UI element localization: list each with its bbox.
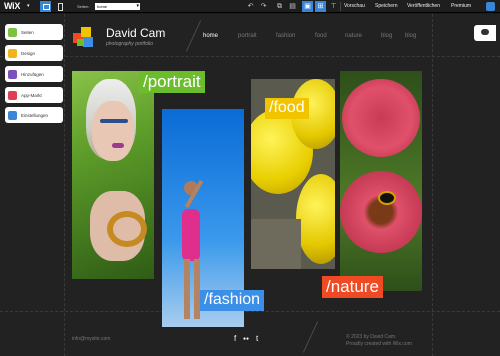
nav-blog[interactable]: blog — [381, 33, 392, 39]
mobile-view-button[interactable] — [54, 1, 65, 12]
design-icon — [8, 48, 17, 58]
site-title[interactable]: David Cam — [106, 26, 165, 40]
nav-blog-2[interactable]: blog — [405, 33, 416, 39]
side-item-label: Seiten — [21, 29, 34, 35]
nav-nature[interactable]: nature — [345, 33, 362, 39]
ruler-icon[interactable]: ⊤ — [328, 1, 339, 12]
footer-copyright: © 2023 by David Cam. Proudly created wit… — [346, 334, 412, 348]
nav-home[interactable]: home — [203, 33, 218, 39]
copyright-line-2[interactable]: Proudly created with Wix.com — [346, 341, 412, 348]
snap-icon[interactable]: ▣ — [302, 1, 313, 12]
gridlines-icon[interactable]: ⊞ — [315, 1, 326, 12]
side-item-label: Design — [21, 50, 36, 56]
pages-label: Seiten: — [77, 4, 90, 9]
grid-line — [0, 311, 500, 312]
pages-icon — [8, 27, 17, 37]
flickr-icon[interactable]: ●● — [243, 336, 249, 342]
face-shape — [92, 101, 134, 161]
add-icon — [8, 69, 17, 79]
premium-button[interactable]: Premium — [451, 3, 471, 9]
nav-fashion[interactable]: fashion — [276, 33, 295, 39]
lemon-3 — [296, 174, 335, 264]
preview-button[interactable]: Vorschau — [344, 3, 365, 9]
side-item-label: Hinzufügen — [21, 71, 44, 77]
food-label[interactable]: /food — [265, 98, 309, 119]
nav-food[interactable]: food — [315, 33, 327, 39]
app-market-icon — [8, 90, 17, 100]
necklace — [107, 211, 147, 247]
flower-2 — [340, 171, 422, 253]
side-item-pages[interactable]: Seiten — [5, 24, 63, 40]
redo-icon[interactable]: ↷ — [258, 1, 269, 12]
bee — [378, 191, 396, 205]
eye-makeup — [100, 119, 128, 123]
leg-left — [184, 259, 190, 319]
chevron-down-icon[interactable]: ▾ — [27, 3, 30, 9]
facebook-icon[interactable]: f — [234, 334, 236, 343]
publish-button[interactable]: Veröffentlichen — [407, 3, 440, 9]
site-subtitle: photography portfolio — [106, 41, 153, 47]
lips — [112, 143, 124, 148]
grid-line — [0, 56, 500, 57]
paste-icon[interactable]: ▤ — [287, 1, 298, 12]
portrait-label[interactable]: /portrait — [139, 71, 205, 94]
page-select-value: home — [97, 4, 108, 9]
side-item-label: Einstellungen — [21, 112, 49, 118]
side-item-app-market[interactable]: App-Markt — [5, 87, 63, 103]
footer-email[interactable]: info@mysite.com — [72, 336, 110, 342]
settings-icon — [8, 110, 17, 120]
copyright-line-1: © 2023 by David Cam. — [346, 334, 397, 340]
chat-icon[interactable] — [474, 25, 496, 41]
toolbar-divider — [340, 2, 341, 11]
site-canvas: David Cam photography portfolio home por… — [0, 14, 500, 356]
portrait-photo[interactable] — [72, 71, 154, 279]
page-select[interactable]: home — [95, 3, 140, 10]
undo-icon[interactable]: ↶ — [245, 1, 256, 12]
help-icon[interactable] — [486, 2, 495, 11]
grid-line — [64, 14, 65, 356]
side-item-settings[interactable]: Einstellungen — [5, 107, 63, 123]
grid-line — [432, 14, 433, 356]
copy-icon[interactable]: ⧉ — [274, 1, 285, 12]
nature-photo[interactable] — [340, 71, 422, 291]
side-item-design[interactable]: Design — [5, 45, 63, 61]
fashion-label[interactable]: /fashion — [200, 290, 265, 311]
side-item-label: App-Markt — [21, 92, 42, 98]
wix-logo[interactable]: WiX — [4, 1, 20, 11]
divider-line — [302, 321, 319, 353]
side-item-add[interactable]: Hinzufügen — [5, 66, 63, 82]
flower-1 — [342, 79, 420, 157]
desktop-view-button[interactable] — [40, 1, 51, 12]
editor-topbar: WiX ▾ Seiten: home ↶ ↷ ⧉ ▤ ▣ ⊞ ⊤ Vorscha… — [0, 0, 500, 13]
site-logo-icon[interactable] — [73, 27, 95, 49]
swimsuit — [182, 209, 200, 261]
save-button[interactable]: Speichern — [375, 3, 398, 9]
nav-portrait[interactable]: portrait — [238, 33, 257, 39]
divider-line — [185, 20, 202, 52]
table-surface — [251, 219, 301, 269]
nature-label[interactable]: /nature — [322, 276, 383, 299]
twitter-icon[interactable]: t — [256, 334, 258, 343]
